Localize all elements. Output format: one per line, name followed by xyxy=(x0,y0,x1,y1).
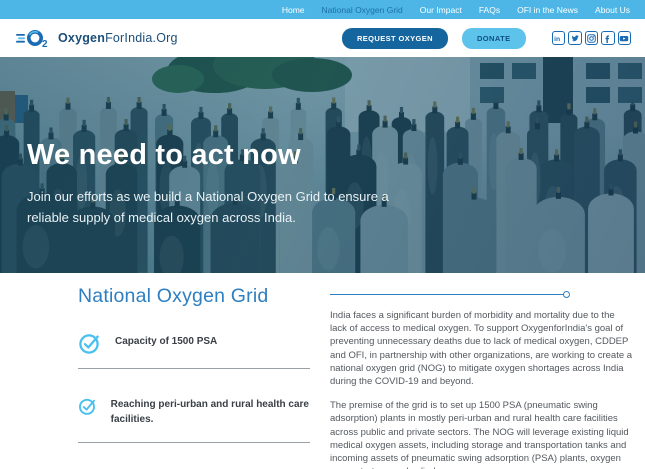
divider xyxy=(78,368,310,369)
header-actions: REQUEST OXYGEN DONATE in xyxy=(342,28,631,49)
svg-text:2: 2 xyxy=(42,39,48,50)
twitter-icon[interactable] xyxy=(568,31,582,45)
social-links: in xyxy=(552,31,632,45)
divider-line xyxy=(330,294,564,296)
checklist-item-reach: Reaching peri-urban and rural health car… xyxy=(78,394,310,427)
hero-caption: We need to act now Join our efforts as w… xyxy=(27,139,427,229)
donate-button[interactable]: DONATE xyxy=(462,28,526,49)
check-circle-icon xyxy=(78,331,102,355)
nav-ofi-in-the-news[interactable]: OFI in the News xyxy=(517,5,578,15)
o2-logo-icon: 2 xyxy=(16,26,54,50)
nav-about-us[interactable]: About Us xyxy=(595,5,630,15)
request-oxygen-button[interactable]: REQUEST OXYGEN xyxy=(342,28,448,49)
checklist-item-label: Reaching peri-urban and rural health car… xyxy=(111,394,310,427)
checklist-column: National Oxygen Grid Capacity of 1500 PS… xyxy=(78,285,310,469)
nav-faqs[interactable]: FAQs xyxy=(479,5,500,15)
nav-national-oxygen-grid[interactable]: National Oxygen Grid xyxy=(322,5,403,15)
brand-name-rest: ForIndia.Org xyxy=(105,31,178,45)
divider xyxy=(78,442,310,443)
linkedin-icon[interactable]: in xyxy=(552,31,566,45)
divider-dot xyxy=(563,291,570,298)
brand-name: OxygenForIndia.Org xyxy=(58,31,178,45)
section-divider xyxy=(330,290,633,298)
description-column: India faces a significant burden of morb… xyxy=(330,285,633,469)
brand-name-bold: Oxygen xyxy=(58,31,105,45)
section-heading: National Oxygen Grid xyxy=(78,285,310,308)
checklist-item-label: Capacity of 1500 PSA xyxy=(115,331,217,350)
national-oxygen-grid-section: National Oxygen Grid Capacity of 1500 PS… xyxy=(0,273,645,469)
nav-our-impact[interactable]: Our Impact xyxy=(420,5,462,15)
check-circle-icon xyxy=(78,394,98,418)
hero-banner: We need to act now Join our efforts as w… xyxy=(0,57,645,273)
hero-title: We need to act now xyxy=(27,139,427,172)
page: Home National Oxygen Grid Our Impact FAQ… xyxy=(0,0,645,469)
header-bar: 2 OxygenForIndia.Org REQUEST OXYGEN DONA… xyxy=(0,19,645,57)
brand-logo[interactable]: 2 OxygenForIndia.Org xyxy=(16,26,178,50)
svg-text:in: in xyxy=(554,36,560,43)
top-nav: Home National Oxygen Grid Our Impact FAQ… xyxy=(0,0,645,19)
nav-home[interactable]: Home xyxy=(282,5,305,15)
youtube-icon[interactable] xyxy=(618,31,632,45)
instagram-icon[interactable] xyxy=(585,31,599,45)
hero-subtitle: Join our efforts as we build a National … xyxy=(27,187,405,229)
paragraph: The premise of the grid is to set up 150… xyxy=(330,399,633,469)
checklist-item-capacity: Capacity of 1500 PSA xyxy=(78,331,310,355)
paragraph: India faces a significant burden of morb… xyxy=(330,309,633,388)
facebook-icon[interactable] xyxy=(601,31,615,45)
